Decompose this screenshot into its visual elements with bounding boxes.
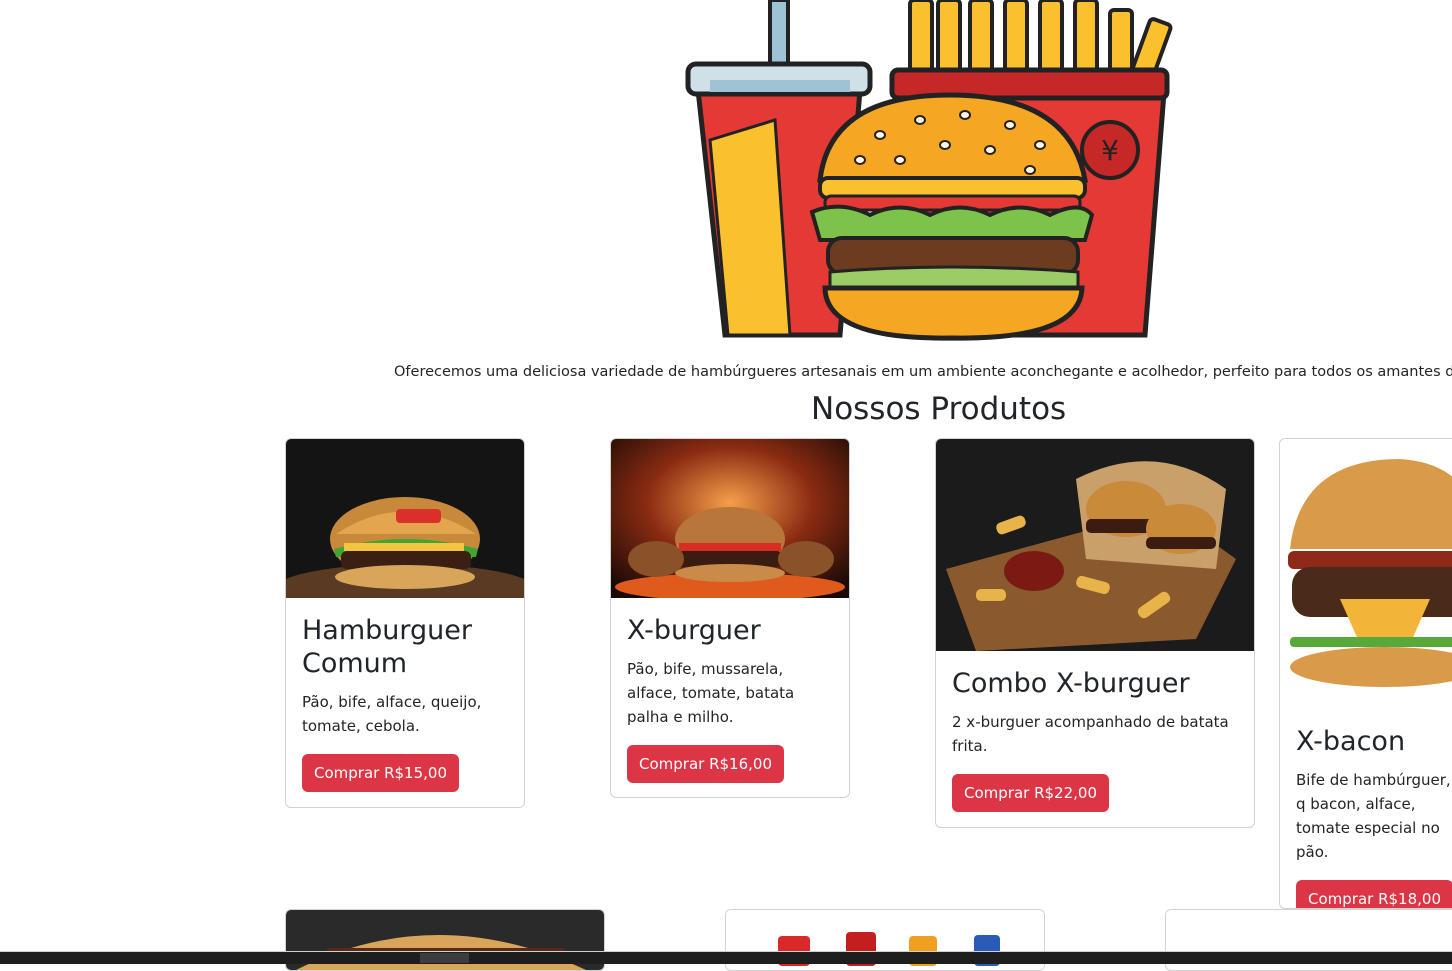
product-image [936,439,1254,651]
buy-button[interactable]: Comprar R$18,00 [1296,880,1452,908]
product-image [286,439,524,598]
product-card: X-bacon Bife de hambúrguer, q bacon, alf… [1279,438,1452,909]
product-card: Hamburguer Comum Pão, bife, alface, quei… [285,438,525,808]
product-description: Bife de hambúrguer, q bacon, alface, tom… [1296,771,1451,861]
product-description: Pão, bife, mussarela, alface, tomate, ba… [627,660,795,726]
buy-button[interactable]: Comprar R$22,00 [952,774,1109,812]
product-title: X-burguer [627,615,761,646]
product-title: X-bacon [1296,726,1406,757]
horizontal-scrollbar[interactable] [0,951,1452,964]
product-description: 2 x-burguer acompanhado de batata frita. [952,713,1229,755]
product-title: Hamburguer Comum [302,615,472,679]
hero-tagline: Oferecemos uma deliciosa variedade de ha… [394,363,1452,380]
buy-button[interactable]: Comprar R$15,00 [302,754,459,792]
product-image [611,439,849,598]
section-title: Nossos Produtos [811,391,1067,427]
scrollbar-thumb[interactable] [420,953,469,963]
product-image [1280,439,1452,709]
hero-illustration: ¥ [685,0,1173,341]
svg-text:¥: ¥ [1101,134,1119,167]
product-title: Combo X-burguer [952,668,1190,699]
product-description: Pão, bife, alface, queijo, tomate, cebol… [302,693,482,735]
product-card: Combo X-burguer 2 x-burguer acompanhado … [935,438,1255,828]
product-card: X-burguer Pão, bife, mussarela, alface, … [610,438,850,798]
buy-button[interactable]: Comprar R$16,00 [627,745,784,783]
